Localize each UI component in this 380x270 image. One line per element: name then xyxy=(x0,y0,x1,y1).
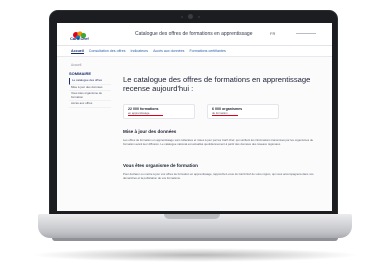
section-title-organisms: Vous êtes organisme de formation xyxy=(123,163,198,168)
sidebar-item-catalogue[interactable]: Le catalogue des offres xyxy=(69,78,111,85)
sidebar-item-organisms[interactable]: Vous êtes organisme de formation xyxy=(69,91,111,102)
sidebar-item-access[interactable]: Accès aux offres xyxy=(69,101,111,108)
main-nav: Accueil Consultation des offres Indicate… xyxy=(57,46,332,57)
webcam-sensor xyxy=(181,16,183,18)
laptop-screen: Carif-Oref Catalogue des offres de forma… xyxy=(57,23,332,211)
site-logo[interactable]: Carif-Oref xyxy=(70,27,96,42)
webcam xyxy=(188,14,193,19)
sidebar-title: SOMMAIRE xyxy=(69,71,91,76)
nav-item-offers[interactable]: Consultation des offres xyxy=(89,49,126,53)
sidebar-summary: SOMMAIRE Le catalogue des offres Mise à … xyxy=(69,71,111,108)
stat-accent-bar xyxy=(212,114,238,116)
webcam-light xyxy=(198,16,200,18)
nav-item-home[interactable]: Accueil xyxy=(71,49,84,54)
laptop-notch xyxy=(164,214,220,219)
site-header: Carif-Oref Catalogue des offres de forma… xyxy=(57,23,332,46)
laptop-base-edge xyxy=(52,238,338,241)
nav-item-certifications[interactable]: Formations certifiantes xyxy=(189,49,225,53)
section-text-organisms: Pour déclarer ou mettre à jour vos offre… xyxy=(123,172,314,180)
nav-item-data-access[interactable]: Accès aux données xyxy=(153,49,184,53)
page-heading: Le catalogue des offres de formations en… xyxy=(123,75,311,93)
logo-text: Carif-Oref xyxy=(70,36,89,41)
stat-accent-bar xyxy=(128,114,164,116)
site-title: Catalogue des offres de formations en ap… xyxy=(135,31,253,37)
sidebar-item-updates[interactable]: Mise à jour des données xyxy=(69,85,111,92)
stat-card-organisms: 6 000 organismes de formation xyxy=(207,104,279,119)
laptop-shadow xyxy=(30,248,360,262)
section-title-updates: Mise à jour des données xyxy=(123,129,177,134)
breadcrumb[interactable]: Accueil xyxy=(71,63,81,67)
header-menu-link[interactable] xyxy=(296,33,316,34)
nav-item-indicators[interactable]: Indicateurs xyxy=(131,49,149,53)
language-selector[interactable]: FR xyxy=(270,31,275,36)
section-text-updates: Les offres de formation en apprentissage… xyxy=(123,138,314,146)
stat-card-formations: 22 000 formations en apprentissage xyxy=(123,104,195,119)
